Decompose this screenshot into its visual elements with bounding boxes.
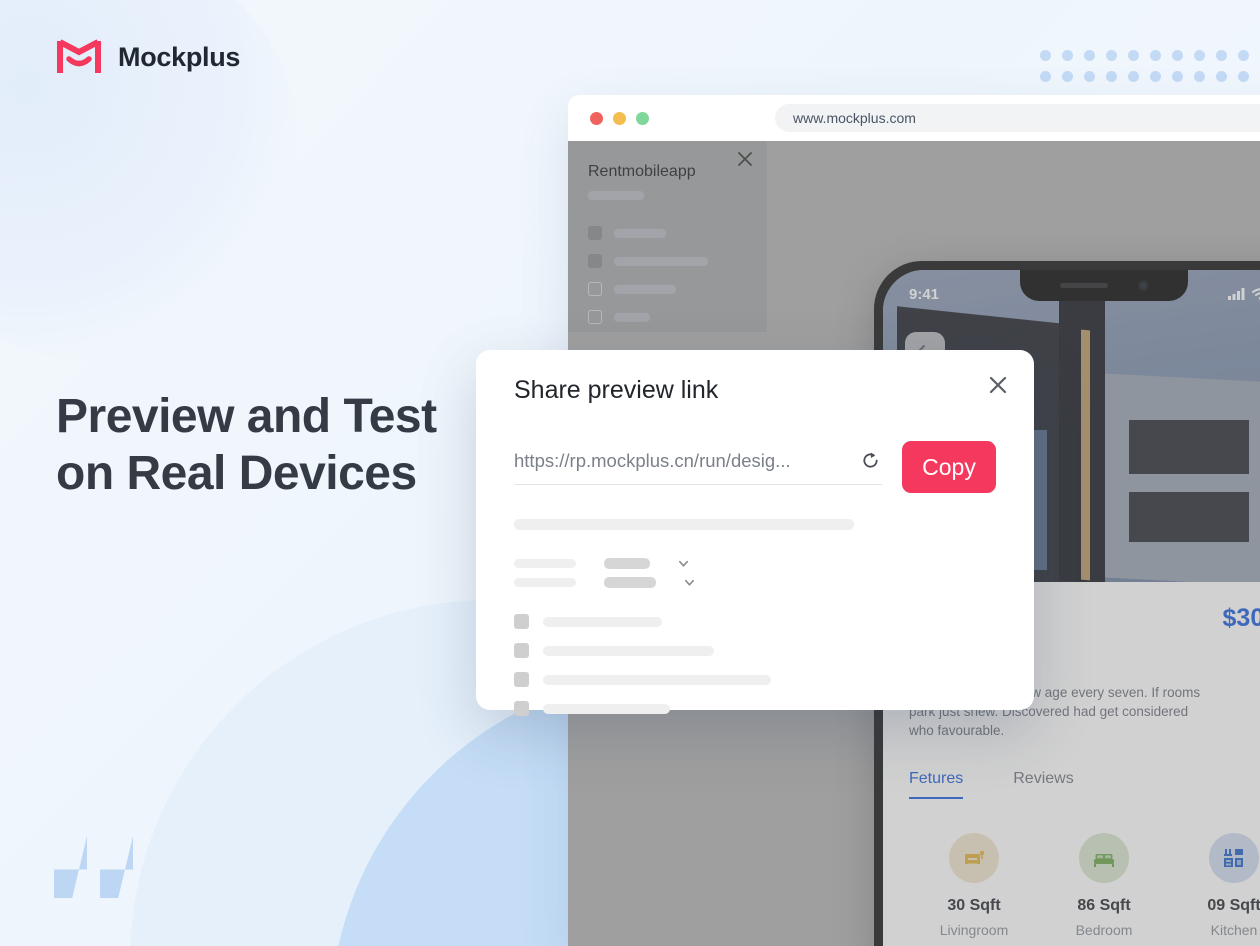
decorative-dot	[1040, 71, 1051, 82]
skeleton-list-item[interactable]	[514, 701, 996, 716]
copy-button[interactable]: Copy	[902, 441, 996, 493]
refresh-icon[interactable]	[861, 451, 880, 470]
share-link-row: https://rp.mockplus.cn/run/desig... Copy	[514, 441, 996, 493]
skeleton-line	[543, 703, 670, 714]
chevron-down-icon[interactable]	[678, 558, 689, 569]
decorative-dot-grid	[1040, 50, 1260, 92]
brand-logo: Mockplus	[56, 38, 240, 76]
close-icon[interactable]	[988, 375, 1008, 395]
skeleton-line	[543, 674, 771, 685]
skeleton-checkbox[interactable]	[514, 672, 529, 687]
decorative-dot	[1106, 71, 1117, 82]
skeleton-value	[604, 577, 656, 588]
skeleton-line	[543, 616, 662, 627]
decorative-dot	[1062, 71, 1073, 82]
decorative-dot	[1062, 50, 1073, 61]
mockplus-logo-icon	[57, 39, 101, 73]
page-root: Mockplus Preview and Test on Real Device…	[0, 0, 1260, 946]
skeleton-checkbox[interactable]	[514, 701, 529, 716]
decorative-dot	[1216, 71, 1227, 82]
chevron-down-icon[interactable]	[684, 577, 695, 588]
decorative-dot	[1040, 50, 1051, 61]
skeleton-list-item[interactable]	[514, 614, 996, 629]
window-traffic-lights[interactable]	[590, 111, 649, 125]
skeleton-field-row	[514, 558, 996, 569]
skeleton-checkbox[interactable]	[514, 643, 529, 658]
decorative-dot	[1084, 71, 1095, 82]
browser-toolbar: www.mockplus.com	[568, 95, 1260, 141]
share-link-text: https://rp.mockplus.cn/run/desig...	[514, 449, 791, 471]
decorative-dot	[1172, 71, 1183, 82]
dialog-title: Share preview link	[514, 376, 719, 404]
page-title: Preview and Test on Real Devices	[56, 390, 437, 500]
address-bar-text: www.mockplus.com	[793, 110, 916, 126]
share-link-input[interactable]: https://rp.mockplus.cn/run/desig...	[514, 450, 882, 485]
decorative-dot	[1128, 71, 1139, 82]
skeleton-field-row	[514, 577, 996, 588]
decorative-dot	[1150, 50, 1161, 61]
window-minimize-button[interactable]	[613, 111, 626, 125]
decorative-dot	[1216, 50, 1227, 61]
skeleton-list-item[interactable]	[514, 672, 996, 687]
decorative-dot	[1194, 50, 1205, 61]
decorative-dot	[1084, 50, 1095, 61]
address-bar[interactable]: www.mockplus.com	[775, 104, 1260, 132]
skeleton-pairs	[514, 558, 996, 588]
decorative-dot	[1194, 71, 1205, 82]
skeleton-label	[514, 559, 576, 568]
brand-name: Mockplus	[118, 41, 241, 72]
window-maximize-button[interactable]	[636, 111, 649, 125]
window-close-button[interactable]	[590, 111, 603, 125]
skeleton-list-item[interactable]	[514, 643, 996, 658]
skeleton-bar	[514, 519, 854, 530]
skeleton-checkbox[interactable]	[514, 614, 529, 629]
skeleton-label	[514, 578, 576, 587]
decorative-dot	[1172, 50, 1183, 61]
decorative-dot	[1128, 50, 1139, 61]
skeleton-list	[514, 614, 996, 716]
skeleton-line	[543, 645, 714, 656]
quotation-mark-icon	[54, 836, 133, 898]
decorative-dot	[1238, 71, 1249, 82]
share-preview-dialog: Share preview link https://rp.mockplus.c…	[476, 350, 1034, 716]
decorative-dot	[1106, 50, 1117, 61]
decorative-dot	[1238, 50, 1249, 61]
skeleton-value	[604, 558, 650, 569]
decorative-dot	[1150, 71, 1161, 82]
